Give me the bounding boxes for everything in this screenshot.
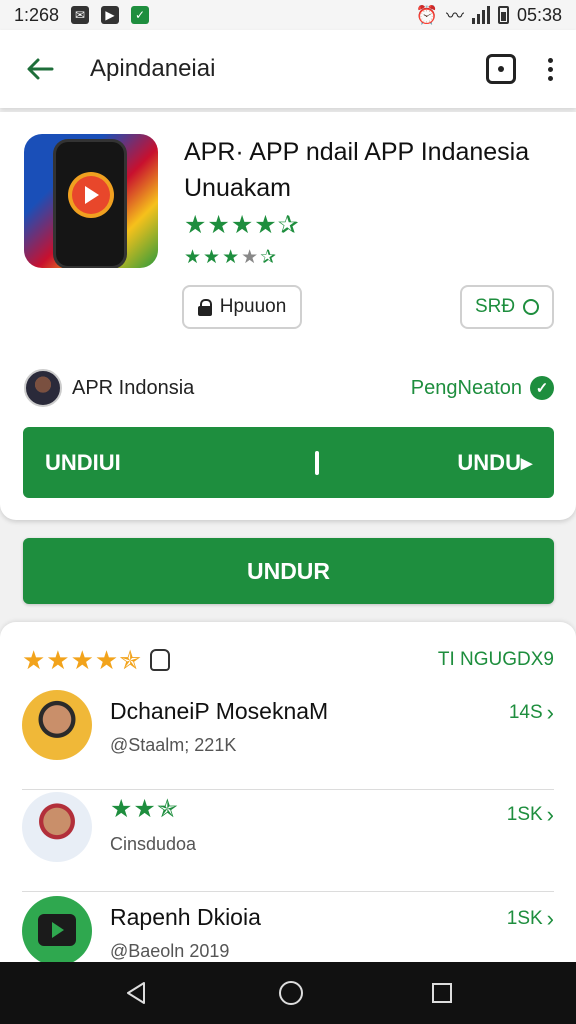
rating-count[interactable]: TI NGUGDX9 xyxy=(438,649,554,671)
app-info-card: APR· APP ndail APP Indanesia Unuakam ★★★… xyxy=(0,112,576,520)
review-count: 1SK › xyxy=(506,906,554,931)
app-logo xyxy=(24,134,158,268)
developer-row: APR Indonsia PengNeaton ✓ xyxy=(24,366,554,410)
nav-back-icon[interactable] xyxy=(124,980,150,1006)
rating-stars-gold: ★★★★✯ xyxy=(22,644,143,675)
chevron-right-icon: › xyxy=(546,906,554,931)
reviewer-avatar xyxy=(22,792,92,862)
nav-home-icon[interactable] xyxy=(278,981,303,1005)
developer-link-label: PengNeaton xyxy=(410,376,522,399)
size-chip[interactable]: SRÐ xyxy=(460,285,554,329)
secondary-rating-stars: ★★★★✰ xyxy=(184,247,279,268)
back-button[interactable] xyxy=(18,47,62,91)
split-left-label: UNDIUI xyxy=(45,449,121,475)
hand-icon xyxy=(150,649,171,671)
review-title: Rapenh Dkioia xyxy=(110,904,261,930)
review-item[interactable]: ★★✯ Cinsdudoa 1SK › xyxy=(22,792,554,892)
review-count: 1SK › xyxy=(506,802,554,827)
split-divider xyxy=(315,451,319,475)
review-stars: ★★✯ xyxy=(110,795,179,823)
reviews-card: ★★★★✯ TI NGUGDX9 DchaneiP MoseknaM @Staa… xyxy=(0,622,576,962)
split-download-button[interactable]: UNDIUI UNDU▸ xyxy=(23,427,554,498)
page-title: Apindaneiai xyxy=(90,55,216,82)
notification-icon: ✉ xyxy=(71,6,90,24)
review-count: 14S › xyxy=(508,700,554,725)
rating-stars: ★★★★✰ xyxy=(184,211,300,239)
status-bar: 1:268 ✉ ▶ ✓ ⏰ 〰 05:38 xyxy=(0,0,576,30)
download-button[interactable]: UNDUR xyxy=(23,538,554,604)
developer-name: APR Indonsia xyxy=(72,376,195,399)
arrow-left-icon xyxy=(27,58,54,80)
wifi-icon: 〰 xyxy=(445,6,464,26)
app-name: APR· APP ndail APP Indanesia Unuakam xyxy=(184,138,530,202)
lock-icon xyxy=(197,299,212,316)
app-icon: ✓ xyxy=(131,6,150,24)
developer-avatar xyxy=(24,369,62,407)
review-item[interactable]: DchaneiP MoseknaM @Staalm; 221K 14S › xyxy=(22,690,554,790)
review-item[interactable]: Rapenh Dkioia @Baeoln 2019 1SK › xyxy=(22,896,554,962)
status-time: 1:268 xyxy=(14,4,60,25)
chevron-right-icon: › xyxy=(546,700,554,725)
more-options-button[interactable] xyxy=(542,57,558,81)
status-clock: 05:38 xyxy=(516,4,562,25)
review-title: DchaneiP MoseknaM xyxy=(110,698,329,724)
lock-chip-label: Hpuuon xyxy=(219,296,287,317)
split-right-label: UNDU▸ xyxy=(457,449,532,475)
tv-play-icon xyxy=(38,914,76,946)
developer-link[interactable]: PengNeaton ✓ xyxy=(411,376,554,400)
check-icon: ✓ xyxy=(530,376,554,400)
review-subtitle: @Baeoln 2019 xyxy=(110,941,230,961)
review-subtitle: Cinsdudoa xyxy=(110,834,197,854)
review-subtitle: @Staalm; 221K xyxy=(110,735,237,755)
rating-header: ★★★★✯ TI NGUGDX9 xyxy=(22,642,554,678)
search-button[interactable] xyxy=(486,54,516,84)
store-icon: ▶ xyxy=(101,6,120,24)
battery-icon xyxy=(497,6,509,24)
nav-recents-icon[interactable] xyxy=(431,983,452,1003)
chevron-right-icon: › xyxy=(546,802,554,827)
reviewer-avatar xyxy=(22,896,92,962)
ring-icon xyxy=(523,299,540,315)
more-vert-icon xyxy=(547,57,553,63)
system-nav-bar xyxy=(0,962,576,1024)
size-chip-label: SRÐ xyxy=(474,296,516,317)
download-button-label: UNDUR xyxy=(246,557,331,584)
play-icon xyxy=(72,176,110,214)
signal-icon xyxy=(471,6,490,24)
app-bar: Apindaneiai xyxy=(0,30,576,108)
lock-chip[interactable]: Hpuuon xyxy=(182,285,302,329)
alarm-icon: ⏰ xyxy=(415,4,438,25)
reviewer-avatar xyxy=(22,690,92,760)
